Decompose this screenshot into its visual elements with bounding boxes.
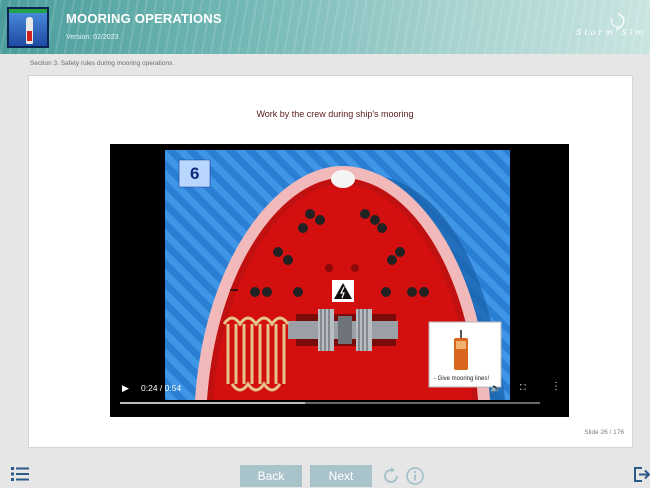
breadcrumb: Section 3. Safety rules during mooring o… [30, 60, 175, 67]
back-button[interactable]: Back [240, 465, 302, 487]
brand-name: Storm Sim [575, 28, 646, 37]
fullscreen-icon[interactable]: ⛶ [520, 383, 526, 393]
next-button[interactable]: Next [310, 465, 372, 487]
video-player[interactable]: 6 - Give mooring lines! ▶ 0:24 / 0:54 🔈 … [110, 144, 569, 417]
app-title: MOORING OPERATIONS [66, 11, 222, 26]
video-progress-fill [120, 402, 305, 404]
header-texture [0, 0, 650, 54]
menu-icon[interactable] [11, 467, 29, 481]
bow-fairlead [331, 170, 355, 188]
app-version: Version: 02/2023 [66, 34, 119, 41]
play-icon[interactable]: ▶ [122, 383, 129, 393]
info-icon[interactable] [405, 466, 425, 486]
video-caption: - Give mooring lines! [434, 376, 490, 382]
volume-icon[interactable]: 🔈 [490, 383, 501, 393]
more-options-icon[interactable]: ⋮ [551, 382, 561, 392]
app-header: MOORING OPERATIONS Version: 02/2023 Stor… [0, 0, 650, 54]
course-logo [7, 7, 49, 48]
video-time: 0:24 / 0:54 [141, 383, 182, 393]
replay-icon[interactable] [381, 466, 401, 486]
video-frame [110, 144, 569, 417]
video-progress[interactable] [120, 402, 540, 404]
slide-number: Slide 26 / 176 [584, 429, 624, 436]
slide-title: Work by the crew during ship's mooring [256, 109, 414, 119]
exit-icon[interactable] [633, 466, 650, 483]
scene-number: 6 [190, 164, 200, 183]
